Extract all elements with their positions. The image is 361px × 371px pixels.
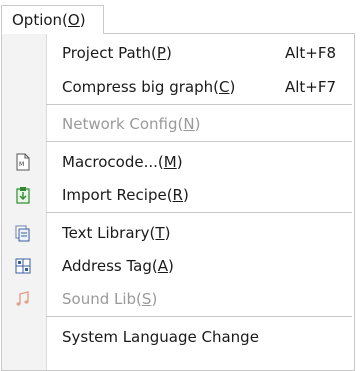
option-dropdown-menu: Project Path(P) Alt+F8 Compress big grap…	[1, 33, 355, 371]
svg-text:M: M	[19, 161, 24, 168]
menu-separator	[46, 141, 352, 142]
menu-item-label: Sound Lib(S)	[62, 289, 158, 308]
menu-option-close: )	[79, 11, 86, 29]
menu-item-label: System Language Change	[62, 327, 259, 346]
sound-lib-icon	[13, 289, 33, 309]
menu-separator	[46, 316, 352, 317]
menu-item-sound-lib[interactable]: Sound Lib(S)	[2, 282, 354, 315]
menu-item-network-config[interactable]: Network Config(N)	[2, 107, 354, 140]
menu-item-label: Import Recipe(R)	[62, 185, 189, 204]
menu-item-system-language-change[interactable]: System Language Change	[2, 320, 354, 353]
menu-item-text-library[interactable]: Text Library(T)	[2, 216, 354, 249]
menu-separator	[46, 212, 352, 213]
menu-item-label: Compress big graph(C)	[62, 77, 236, 96]
option-menu-screenshot: Option(O) Project Path(P) Alt+F8 Compres…	[0, 0, 361, 371]
menu-item-label: Project Path(P)	[62, 43, 172, 62]
import-recipe-icon	[13, 185, 33, 205]
menu-item-import-recipe[interactable]: Import Recipe(R)	[2, 178, 354, 211]
menu-separator	[46, 104, 352, 105]
menu-option[interactable]: Option(O)	[1, 5, 104, 34]
menu-item-project-path[interactable]: Project Path(P) Alt+F8	[2, 36, 354, 69]
menu-item-shortcut: Alt+F7	[285, 77, 337, 96]
text-library-icon	[13, 223, 33, 243]
menu-option-label: Option(	[12, 11, 68, 29]
menu-item-label: Text Library(T)	[62, 223, 171, 242]
menu-item-label: Address Tag(A)	[62, 256, 174, 275]
menu-item-address-tag[interactable]: Address Tag(A)	[2, 249, 354, 282]
menu-item-shortcut: Alt+F8	[285, 43, 337, 62]
menu-item-macrocode[interactable]: M Macrocode...(M)	[2, 145, 354, 178]
menu-item-compress-big-graph[interactable]: Compress big graph(C) Alt+F7	[2, 70, 354, 103]
macrocode-icon: M	[13, 152, 33, 172]
address-tag-icon	[13, 256, 33, 276]
menu-item-label: Network Config(N)	[62, 114, 201, 133]
menu-option-accel: O	[67, 11, 80, 29]
menu-item-label: Macrocode...(M)	[62, 152, 183, 171]
